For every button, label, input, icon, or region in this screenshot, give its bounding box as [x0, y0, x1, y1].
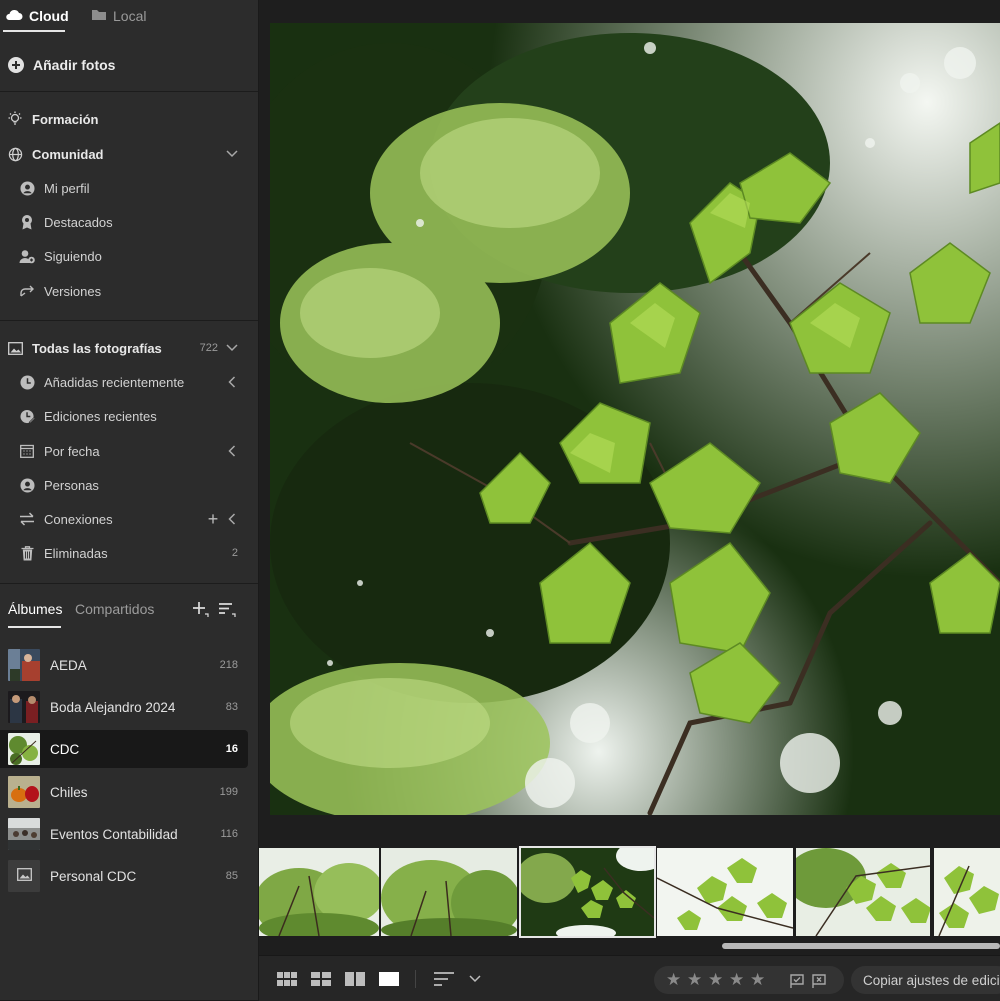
flag-reject-icon[interactable]	[810, 972, 828, 990]
add-circle-icon	[8, 57, 24, 76]
divider	[0, 583, 258, 584]
toolbar-divider	[415, 970, 416, 988]
bottom-toolbar: ★ ★ ★ ★ ★ Copiar ajustes de edición	[259, 955, 1000, 1001]
copy-edit-settings-button[interactable]: Copiar ajustes de edición	[851, 966, 1000, 994]
divider	[0, 320, 258, 321]
star-3-icon[interactable]: ★	[708, 971, 723, 989]
image-placeholder-icon	[16, 868, 32, 884]
sort-albums-icon[interactable]	[217, 596, 237, 622]
sort-icon[interactable]	[433, 968, 455, 990]
chevron-down-icon[interactable]	[225, 341, 239, 355]
tab-cloud[interactable]: Cloud	[5, 0, 69, 32]
star-2-icon[interactable]: ★	[687, 971, 702, 989]
tab-local[interactable]: Local	[91, 0, 146, 32]
album-item-cdc[interactable]: CDC 16	[0, 730, 248, 768]
filmstrip-thumbnail[interactable]	[381, 848, 517, 936]
sidebar-item-by-date[interactable]: Por fecha	[0, 437, 258, 465]
album-item-boda-alejandro-2024[interactable]: Boda Alejandro 2024 83	[0, 688, 258, 726]
sidebar-item-my-profile[interactable]: Mi perfil	[0, 174, 258, 202]
filmstrip-scrollbar[interactable]	[722, 943, 1000, 949]
single-view-icon[interactable]	[378, 968, 400, 990]
sidebar-item-deleted[interactable]: Eliminadas 2	[0, 539, 258, 567]
profile-icon	[19, 180, 35, 196]
albums-tabs: Álbumes Compartidos	[0, 596, 258, 630]
rating-control: ★ ★ ★ ★ ★	[654, 966, 844, 994]
sidebar-item-recent-edits[interactable]: Ediciones recientes	[0, 402, 258, 430]
chevron-left-icon[interactable]	[225, 375, 239, 389]
filmstrip-thumbnail[interactable]	[934, 848, 1000, 936]
photos-icon	[7, 340, 23, 356]
add-connection-icon[interactable]: +	[206, 509, 220, 529]
sidebar-item-featured[interactable]: Destacados	[0, 208, 258, 236]
chevron-left-icon[interactable]	[225, 512, 239, 526]
sidebar: Cloud Local Añadir fotos Formación Comun…	[0, 0, 259, 1000]
main-photo[interactable]	[270, 23, 1000, 815]
sidebar-item-learn[interactable]: Formación	[0, 105, 258, 133]
filmstrip-thumbnail[interactable]	[259, 848, 379, 936]
globe-icon	[7, 146, 23, 162]
add-album-icon[interactable]	[190, 596, 210, 622]
album-thumbnail	[8, 649, 40, 681]
main-view: ★ ★ ★ ★ ★ Copiar ajustes de edición	[259, 0, 1000, 1001]
tab-underline	[3, 30, 65, 32]
source-tabs: Cloud Local	[0, 0, 258, 34]
tab-underline	[8, 626, 61, 628]
divider	[0, 91, 258, 92]
star-5-icon[interactable]: ★	[750, 971, 765, 989]
calendar-icon	[19, 443, 35, 459]
filmstrip-thumbnail-selected[interactable]	[519, 846, 656, 938]
following-icon	[19, 248, 35, 264]
filmstrip	[259, 846, 1000, 938]
album-thumbnail	[8, 691, 40, 723]
connections-icon	[19, 511, 35, 527]
lightbulb-icon	[7, 111, 23, 127]
album-item-aeda[interactable]: AEDA 218	[0, 646, 258, 684]
album-thumbnail	[8, 733, 40, 765]
filmstrip-thumbnail[interactable]	[657, 848, 793, 936]
cloud-icon	[5, 8, 23, 24]
edit-history-icon	[19, 408, 35, 424]
add-photos-button[interactable]: Añadir fotos	[0, 48, 258, 82]
clock-icon	[19, 374, 35, 390]
flag-pick-icon[interactable]	[788, 972, 806, 990]
filmstrip-thumbnail[interactable]	[796, 848, 930, 936]
star-4-icon[interactable]: ★	[729, 971, 744, 989]
album-thumbnail	[8, 818, 40, 850]
person-icon	[19, 477, 35, 493]
tab-shared[interactable]: Compartidos	[75, 596, 154, 622]
star-1-icon[interactable]: ★	[666, 971, 681, 989]
sidebar-item-community[interactable]: Comunidad	[0, 140, 258, 168]
album-item-chiles[interactable]: Chiles 199	[0, 773, 258, 811]
sidebar-item-following[interactable]: Siguiendo	[0, 242, 258, 270]
chevron-down-icon[interactable]	[225, 147, 239, 161]
tab-albums[interactable]: Álbumes	[8, 596, 62, 622]
compare-icon[interactable]	[344, 968, 366, 990]
album-item-eventos-contabilidad[interactable]: Eventos Contabilidad 116	[0, 815, 258, 853]
album-thumbnail	[8, 776, 40, 808]
sidebar-item-remixes[interactable]: Versiones	[0, 277, 258, 305]
award-icon	[19, 214, 35, 230]
album-thumbnail	[8, 860, 40, 892]
photo-grid-icon[interactable]	[310, 968, 332, 990]
square-grid-icon[interactable]	[276, 968, 298, 990]
sidebar-item-recently-added[interactable]: Añadidas recientemente	[0, 368, 258, 396]
remix-icon	[19, 283, 35, 299]
album-item-personal-cdc[interactable]: Personal CDC 85	[0, 857, 258, 895]
sidebar-item-connections[interactable]: Conexiones +	[0, 505, 258, 533]
trash-icon	[19, 545, 35, 561]
sidebar-item-all-photos[interactable]: Todas las fotografías 722	[0, 334, 258, 362]
chevron-down-icon[interactable]	[464, 968, 486, 990]
folder-icon	[91, 8, 107, 24]
chevron-left-icon[interactable]	[225, 444, 239, 458]
sidebar-item-people[interactable]: Personas	[0, 471, 258, 499]
